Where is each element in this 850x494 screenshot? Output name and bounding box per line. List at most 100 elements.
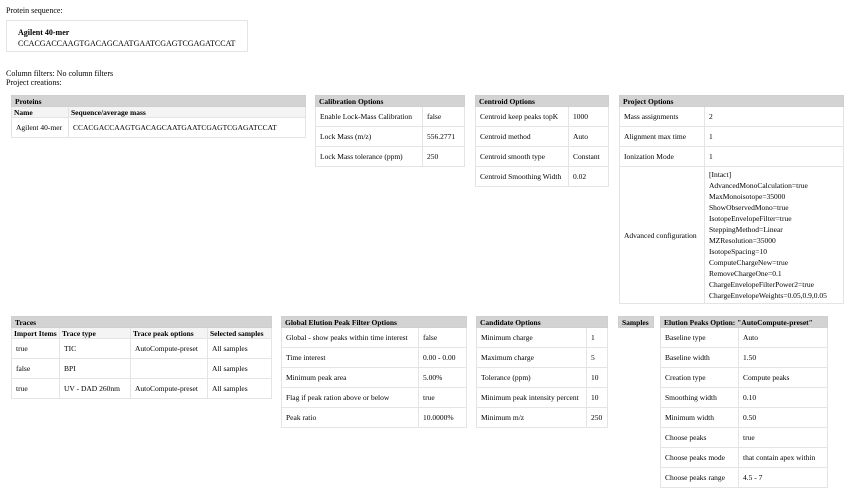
sequence-name: Agilent 40-mer [18,28,70,37]
table-cell: Baseline type [660,327,739,348]
table-cell: CCACGACCAAGTGACAGCAATGAATCGAGTCGAGATCCAT [68,117,306,138]
table-cell: Minimum peak intensity percent [476,387,587,408]
table-row: Tolerance (ppm) 10 [476,367,608,388]
table-cell: 1.50 [737,347,829,368]
config-line: AdvancedMonoCalculation=true [709,181,808,190]
table-cell: 4.5 - 7 [737,467,829,488]
table-cell: Minimum width [660,407,739,428]
table-cell: false [418,327,467,348]
table-cell: 5 [586,347,608,368]
table-row: Minimum m/z 250 [476,407,608,428]
table-row: Choose peaks mode that contain apex withi… [660,447,829,468]
table-cell: Auto [567,126,610,147]
table-cell: BPI [59,358,131,379]
column-header: Import Items [11,327,60,339]
table-row: Flag if peak ration above or below true [281,387,467,408]
elution-peaks-title: Elution Peaks Option: "AutoCompute-prese… [659,316,829,328]
advanced-configuration-label: Advanced configuration [619,166,705,304]
table-row: Centroid keep peaks topK 1000 [475,106,610,127]
config-line: MaxMonoisotope=35000 [709,192,786,201]
table-cell: 10 [586,367,608,388]
table-cell: 556.2771 [421,126,466,147]
candidate-title: Candidate Options [476,316,608,328]
table-cell: 1 [703,146,845,167]
centroid-title: Centroid Options [474,95,610,107]
table-cell: true [11,338,60,359]
table-cell: 10 [586,387,608,408]
table-cell: Auto [737,327,829,348]
table-cell: 1 [586,327,608,348]
column-header: Trace peak options [130,327,208,339]
table-cell: Enable Lock-Mass Calibration [315,106,423,127]
table-row: Time interest 0.00 - 0.00 [281,347,467,368]
column-header: Name [11,106,69,118]
table-cell: Mass assignments [619,106,705,127]
table-cell: 0.50 [737,407,829,428]
table-cell: Time interest [281,347,419,368]
samples-title: Samples [618,316,654,328]
table-cell: Centroid Smoothing Width [475,166,569,187]
table-cell: All samples [206,378,273,399]
global-elution-title: Global Elution Peak Filter Options [281,316,467,328]
config-line: SteppingMethod=Linear [709,225,783,234]
table-cell: 10.0000% [418,407,467,428]
table-cell: UV - DAD 260nm [59,378,131,399]
sequence-value: CCACGACCAAGTGACAGCAATGAATCGAGTCGAGATCCAT [18,39,236,48]
table-cell: Creation type [660,367,739,388]
table-row: Global - show peaks within time interest… [281,327,467,348]
table-cell: Ionization Mode [619,146,705,167]
table-row: Choose peaks true [660,427,829,448]
table-row: Peak ratio 10.0000% [281,407,467,428]
table-row: Centroid Smoothing Width 0.02 [475,166,610,187]
table-cell: Maximum charge [476,347,587,368]
table-row: Minimum peak intensity percent 10 [476,387,608,408]
config-line: RemoveChargeOne=0.1 [709,269,782,278]
table-cell: 0.02 [567,166,610,187]
table-row: Choose peaks range 4.5 - 7 [660,467,829,488]
table-cell: AutoCompute-preset [130,338,208,359]
table-cell: Minimum m/z [476,407,587,428]
calibration-title: Calibration Options [314,95,466,107]
config-line: [Intact] [709,170,732,179]
config-line: ShowObservedMono=true [709,203,789,212]
table-cell: Smoothing width [660,387,739,408]
table-cell: 2 [703,106,845,127]
config-line: ChargeEnvelopeWeights=0.05,0.9,0.05 [709,291,827,300]
table-cell: Centroid method [475,126,569,147]
table-cell: Centroid keep peaks topK [475,106,569,127]
column-filters-label: Column filters: No column filters [6,69,114,78]
table-cell: Constant [567,146,610,167]
proteins-table: Proteins Name Sequence/average mass Agil… [11,95,306,138]
table-cell: Compute peaks [737,367,829,388]
table-cell: Baseline width [660,347,739,368]
config-line: MZResolution=35000 [709,236,776,245]
table-cell: Tolerance (ppm) [476,367,587,388]
table-cell: Minimum peak area [281,367,419,388]
calibration-table: Calibration Options Enable Lock-Mass Cal… [314,95,466,167]
table-row: Minimum peak area 5.00% [281,367,467,388]
table-row: true UV - DAD 260nm AutoCompute-preset A… [11,378,273,399]
table-cell: true [737,427,829,448]
table-row: Alignment max time 1 [619,126,845,147]
table-cell: 250 [421,146,466,167]
table-row: Minimum width 0.50 [660,407,829,428]
table-cell: Choose peaks [660,427,739,448]
table-row: Enable Lock-Mass Calibration false [315,106,466,127]
advanced-configuration-value: [Intact] AdvancedMonoCalculation=true Ma… [703,166,845,304]
traces-title: Traces [10,316,273,328]
table-cell: Alignment max time [619,126,705,147]
table-cell: that contain apex within [737,447,829,468]
protein-sequence-label: Protein sequence: [6,6,63,15]
table-cell: Lock Mass (m/z) [315,126,423,147]
table-row: Minimum charge 1 [476,327,608,348]
centroid-table: Centroid Options Centroid keep peaks top… [474,95,610,187]
table-row: true TIC AutoCompute-preset All samples [11,338,273,359]
table-row: Advanced configuration [Intact] Advanced… [619,166,845,304]
table-row: Maximum charge 5 [476,347,608,368]
project-table: Project Options Mass assignments 2 Alignm… [618,95,845,304]
candidate-table: Candidate Options Minimum charge 1 Maximu… [476,316,608,428]
table-cell: true [418,387,467,408]
table-row: Centroid smooth type Constant [475,146,610,167]
table-cell: Agilent 40-mer [11,117,69,138]
elution-peaks-table: Elution Peaks Option: "AutoCompute-prese… [659,316,829,488]
